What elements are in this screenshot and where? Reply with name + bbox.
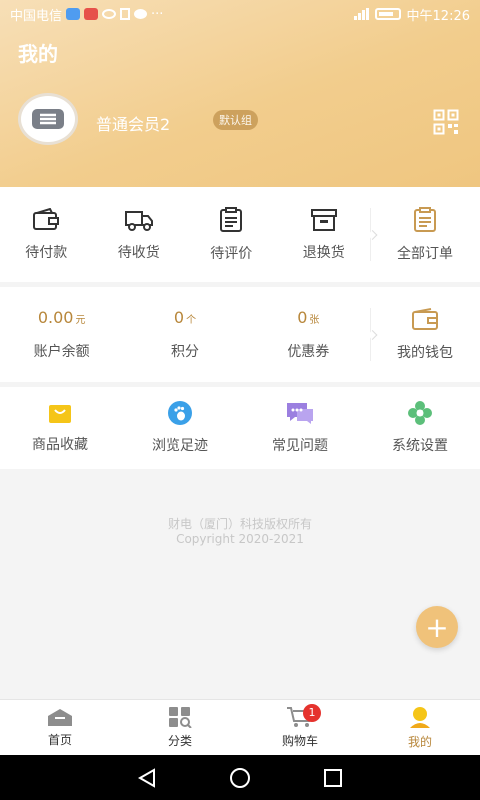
tab-label: 首页 xyxy=(47,733,72,747)
points-label: 积分 xyxy=(170,344,199,360)
clock-text: 中午12:26 xyxy=(406,8,470,24)
user-icon xyxy=(410,707,430,728)
favorites-button[interactable]: 商品收藏 xyxy=(0,387,120,469)
service-label: 浏览足迹 xyxy=(152,438,208,454)
points-value: 0个 xyxy=(173,308,197,327)
coupons-label: 优惠券 xyxy=(287,344,330,360)
history-button[interactable]: 浏览足迹 xyxy=(120,387,240,469)
tab-label: 分类 xyxy=(167,734,192,748)
orders-card: 待付款 待收货 待评价 退换货 全部订单 xyxy=(0,187,480,282)
floating-add-button[interactable]: + xyxy=(416,606,458,648)
plus-icon: + xyxy=(425,610,449,644)
chat-icon xyxy=(287,403,313,424)
avatar-logo-icon xyxy=(32,109,64,129)
service-label: 系统设置 xyxy=(392,438,448,454)
tab-label: 我的 xyxy=(407,735,432,749)
order-label: 待付款 xyxy=(25,244,68,261)
clipboard-icon xyxy=(220,206,243,232)
bottom-tab-bar: 首页 分类 购物车 1 我的 xyxy=(0,699,480,755)
shopping-bag-icon xyxy=(49,405,71,423)
footprint-icon xyxy=(168,401,192,425)
points[interactable]: 0个 积分 xyxy=(123,287,246,382)
tab-home[interactable]: 首页 xyxy=(0,700,120,755)
app-notification-icon xyxy=(84,8,99,20)
qr-code-icon xyxy=(433,109,459,135)
settings-button[interactable]: 系统设置 xyxy=(360,387,480,469)
balance-label: 账户余额 xyxy=(33,344,90,360)
system-navigation-bar xyxy=(0,755,480,800)
tab-cart[interactable]: 购物车 1 xyxy=(240,700,360,755)
cart-count-badge: 1 xyxy=(303,704,321,722)
username: 普通会员2 xyxy=(96,115,171,134)
order-pending-payment[interactable]: 待付款 xyxy=(0,187,93,282)
copyright-line: 财电（厦门）科技版权所有 xyxy=(167,517,312,531)
all-orders-button[interactable]: 全部订单 xyxy=(370,187,480,282)
qr-code-button[interactable] xyxy=(433,109,459,135)
order-label: 待评价 xyxy=(210,245,253,262)
service-label: 商品收藏 xyxy=(32,437,88,453)
wallet-icon xyxy=(411,307,438,330)
order-label: 退换货 xyxy=(302,244,345,261)
copyright-year: Copyright 2020-2021 xyxy=(176,532,304,546)
coupons-value: 0张 xyxy=(297,308,320,327)
more-notifications-icon: ··· xyxy=(151,6,164,22)
tab-category[interactable]: 分类 xyxy=(120,700,240,755)
truck-icon xyxy=(124,210,153,231)
profile-header: 中国电信 ··· 中午12:26 我的 普通会员2 默认组 xyxy=(0,0,480,187)
coupons[interactable]: 0张 优惠券 xyxy=(247,287,370,382)
eye-icon xyxy=(102,9,117,19)
order-list-icon xyxy=(414,206,436,232)
order-pending-review[interactable]: 待评价 xyxy=(185,187,278,282)
member-group-badge: 默认组 xyxy=(213,110,258,130)
services-card: 商品收藏 浏览足迹 常见问题 系统设置 xyxy=(0,387,480,469)
page-title: 我的 xyxy=(18,42,58,66)
all-orders-label: 全部订单 xyxy=(397,245,453,262)
flower-settings-icon xyxy=(408,401,432,425)
home-button-icon[interactable] xyxy=(229,767,251,789)
account-balance[interactable]: 0.00 元 账户余额 xyxy=(0,287,123,382)
signal-icon xyxy=(353,8,369,20)
back-icon[interactable] xyxy=(136,767,158,789)
recent-apps-icon[interactable] xyxy=(322,767,344,789)
assets-card: 0.00 元 账户余额 0个 积分 0张 优惠券 我的钱包 xyxy=(0,287,480,382)
status-bar: 中国电信 ··· 中午12:26 xyxy=(0,0,480,28)
order-returns[interactable]: 退换货 xyxy=(278,187,371,282)
service-label: 常见问题 xyxy=(272,438,328,454)
order-pending-receipt[interactable]: 待收货 xyxy=(93,187,186,282)
box-icon xyxy=(310,208,337,231)
my-wallet-button[interactable]: 我的钱包 xyxy=(369,287,480,382)
faq-button[interactable]: 常见问题 xyxy=(240,387,360,469)
sim-icon xyxy=(120,8,131,20)
tab-label: 购物车 xyxy=(281,734,318,748)
tab-profile[interactable]: 我的 xyxy=(360,700,480,755)
carrier-text: 中国电信 xyxy=(10,8,63,24)
category-icon xyxy=(169,707,192,728)
wallet-label: 我的钱包 xyxy=(396,344,453,361)
message-icon xyxy=(134,9,148,19)
battery-icon xyxy=(374,8,401,20)
wallet-icon xyxy=(33,207,60,230)
home-icon xyxy=(48,709,72,726)
order-label: 待收货 xyxy=(117,244,160,261)
avatar[interactable] xyxy=(18,93,78,145)
balance-value: 0.00 元 xyxy=(37,308,86,327)
app-notification-icon xyxy=(66,8,81,20)
